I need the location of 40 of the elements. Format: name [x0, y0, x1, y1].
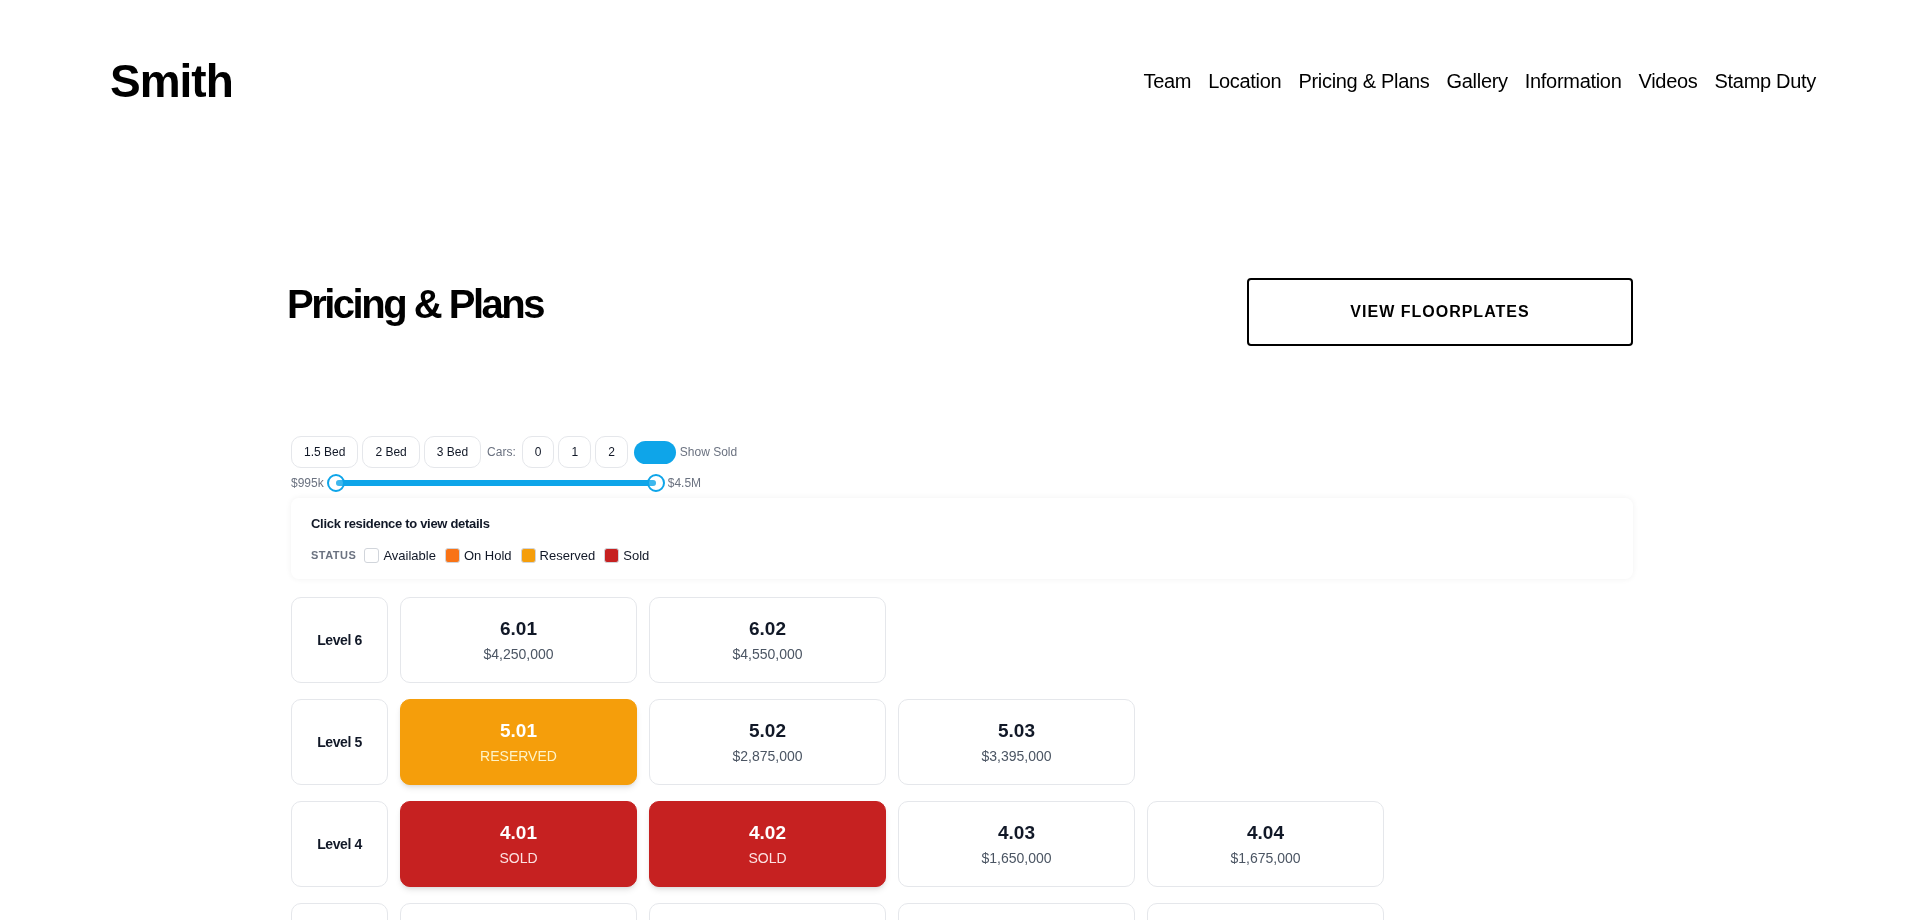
nav-link[interactable]: Pricing & Plans [1298, 66, 1430, 96]
cars-label: Cars: [487, 444, 516, 461]
residence-card[interactable]: 4.04 $1,675,000 [1147, 801, 1384, 887]
residence-card[interactable]: 4.02 SOLD [649, 801, 886, 887]
status-label: STATUS [311, 548, 357, 563]
residence-card[interactable]: 4.03 $1,650,000 [898, 801, 1135, 887]
slider-handle[interactable] [646, 474, 665, 492]
min-price-label: $995k [291, 475, 324, 492]
filter-button[interactable]: 1 [558, 436, 592, 468]
status-name: Available [383, 546, 436, 565]
nav-link[interactable]: Gallery [1446, 66, 1508, 96]
level-card: Level 4 [291, 801, 388, 887]
nav-link[interactable]: Information [1524, 66, 1622, 96]
show-sold-label: Show Sold [679, 444, 738, 461]
slider-handle[interactable] [326, 474, 345, 492]
status-name: Sold [623, 546, 650, 565]
residence-card[interactable]: 6.01 $4,250,000 [400, 597, 637, 683]
filter-button[interactable]: 3 Bed [423, 436, 482, 468]
logo[interactable]: Smith [110, 58, 233, 104]
page-title: Pricing & Plans [287, 281, 543, 328]
nav-link[interactable]: Stamp Duty [1714, 66, 1816, 96]
nav-link[interactable]: Videos [1638, 66, 1698, 96]
residence-card[interactable]: 6.02 $4,550,000 [649, 597, 886, 683]
residence-card[interactable]: 5.03 $3,395,000 [898, 699, 1135, 785]
filter-button[interactable]: 2 [595, 436, 628, 468]
show-sold-toggle[interactable] [633, 440, 676, 464]
level-card: Level 5 [291, 699, 388, 785]
residence-card[interactable]: 5.02 $2,875,000 [649, 699, 886, 785]
filter-button[interactable]: 1.5 Bed [291, 436, 359, 468]
status-name: Reserved [539, 546, 596, 565]
nav-link[interactable]: Team [1143, 66, 1192, 96]
view-floorplates-button[interactable]: VIEW FLOORPLATES [1247, 278, 1633, 346]
status-name: On Hold [463, 546, 512, 565]
nav-link[interactable]: Location [1208, 66, 1282, 96]
max-price-label: $4.5M [667, 475, 702, 492]
level-card: Level 6 [291, 597, 388, 683]
residence-card[interactable]: 4.01 SOLD [400, 801, 637, 887]
filter-button[interactable]: 2 Bed [362, 436, 420, 468]
legend-hint: Click residence to view details [311, 515, 491, 533]
filter-button[interactable]: 0 [521, 436, 555, 468]
